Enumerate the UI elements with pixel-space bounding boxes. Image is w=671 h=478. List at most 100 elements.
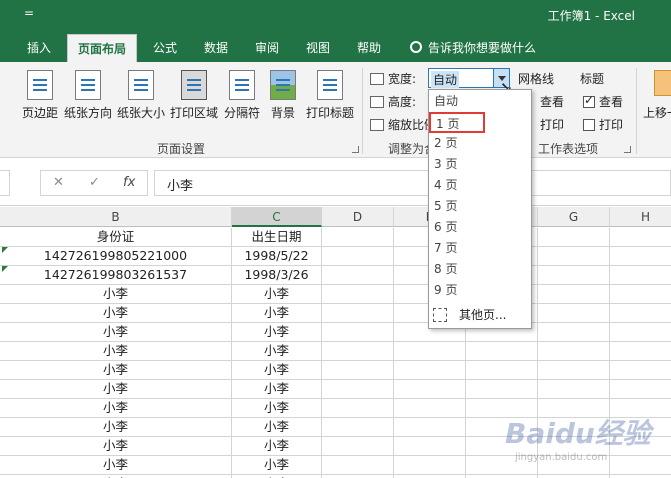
cell-h[interactable] [610, 266, 671, 285]
cell-b[interactable]: 142726199805221000 [0, 247, 232, 266]
cell-g[interactable] [538, 323, 610, 342]
cell-f[interactable] [466, 361, 538, 380]
orientation-button[interactable]: 纸张方向 [64, 70, 112, 121]
cell-c[interactable]: 小李 [232, 342, 322, 361]
tab-formulas[interactable]: 公式 [153, 39, 177, 56]
cell-d[interactable] [322, 361, 394, 380]
cell-c[interactable]: 小李 [232, 304, 322, 323]
cell-c[interactable]: 出生日期 [232, 228, 322, 247]
cell-h[interactable] [610, 380, 671, 399]
cell-b[interactable]: 小李 [0, 323, 232, 342]
cell-g[interactable] [538, 380, 610, 399]
tab-data[interactable]: 数据 [204, 39, 228, 56]
column-header-g[interactable]: G [538, 207, 610, 227]
gridlines-print-label[interactable]: 打印 [540, 116, 564, 133]
tab-help[interactable]: 帮助 [357, 39, 381, 56]
column-header-b[interactable]: B [0, 207, 232, 227]
cell-d[interactable] [322, 266, 394, 285]
width-select[interactable]: 自动 [428, 68, 510, 88]
sheet-options-launcher-icon[interactable] [624, 146, 631, 153]
cell-h[interactable] [610, 247, 671, 266]
cell-b[interactable]: 小李 [0, 399, 232, 418]
dropdown-option[interactable]: 1 页 [429, 112, 485, 133]
cell-g[interactable] [538, 266, 610, 285]
cell-g[interactable] [538, 304, 610, 323]
tell-me-search[interactable]: 告诉我你想要做什么 [410, 39, 536, 56]
cell-c[interactable]: 小李 [232, 323, 322, 342]
cell-h[interactable] [610, 304, 671, 323]
size-button[interactable]: 纸张大小 [117, 70, 165, 121]
enter-icon[interactable]: ✓ [89, 175, 100, 190]
cell-g[interactable] [538, 361, 610, 380]
cell-c[interactable]: 小李 [232, 380, 322, 399]
cell-e[interactable] [394, 456, 466, 475]
bring-forward-button[interactable]: 上移一 [643, 104, 671, 121]
name-box[interactable] [0, 170, 10, 196]
more-pages-option[interactable]: 其他页... [433, 306, 506, 323]
cell-b[interactable]: 小李 [0, 380, 232, 399]
cell-d[interactable] [322, 380, 394, 399]
cell-h[interactable] [610, 228, 671, 247]
tab-review[interactable]: 审阅 [255, 39, 279, 56]
cell-b[interactable]: 小李 [0, 456, 232, 475]
cell-d[interactable] [322, 437, 394, 456]
dropdown-option[interactable]: 7 页 [429, 238, 531, 259]
page-setup-launcher-icon[interactable] [352, 146, 359, 153]
cell-h[interactable] [610, 361, 671, 380]
cell-d[interactable] [322, 304, 394, 323]
cell-c[interactable]: 小李 [232, 437, 322, 456]
cell-d[interactable] [322, 247, 394, 266]
cell-g[interactable] [538, 285, 610, 304]
cell-h[interactable] [610, 342, 671, 361]
cell-c[interactable]: 小李 [232, 361, 322, 380]
cell-d[interactable] [322, 399, 394, 418]
cell-b[interactable]: 小李 [0, 342, 232, 361]
quick-access-menu[interactable]: = [24, 6, 34, 20]
tab-view[interactable]: 视图 [306, 39, 330, 56]
cell-h[interactable] [610, 285, 671, 304]
cell-b[interactable]: 小李 [0, 285, 232, 304]
dropdown-option[interactable]: 5 页 [429, 196, 531, 217]
cell-b[interactable]: 小李 [0, 437, 232, 456]
column-header-c[interactable]: C [232, 207, 322, 227]
cell-b[interactable]: 小李 [0, 304, 232, 323]
dropdown-option[interactable]: 自动 [429, 91, 531, 112]
cell-h[interactable] [610, 323, 671, 342]
cancel-icon[interactable]: ✕ [53, 175, 64, 190]
print-titles-button[interactable]: 打印标题 [306, 70, 354, 121]
cell-d[interactable] [322, 228, 394, 247]
cell-c[interactable]: 小李 [232, 418, 322, 437]
cell-g[interactable] [538, 247, 610, 266]
gridlines-view-label[interactable]: 查看 [540, 93, 564, 110]
cell-e[interactable] [394, 437, 466, 456]
cell-b[interactable]: 142726199803261537 [0, 266, 232, 285]
cell-f[interactable] [466, 380, 538, 399]
formula-input[interactable]: 小李 [154, 170, 671, 196]
cell-e[interactable] [394, 399, 466, 418]
cell-b[interactable]: 身份证 [0, 228, 232, 247]
cell-d[interactable] [322, 418, 394, 437]
cell-e[interactable] [394, 380, 466, 399]
tab-insert[interactable]: 插入 [27, 39, 51, 56]
column-header-h[interactable]: H [610, 207, 671, 227]
cell-c[interactable]: 1998/5/22 [232, 247, 322, 266]
background-button[interactable]: 背景 [270, 70, 296, 121]
cell-g[interactable] [538, 228, 610, 247]
cell-e[interactable] [394, 342, 466, 361]
dropdown-option[interactable]: 2 页 [429, 133, 531, 154]
cell-d[interactable] [322, 323, 394, 342]
headings-print-checkbox[interactable]: 打印 [583, 116, 623, 133]
dropdown-option[interactable]: 4 页 [429, 175, 531, 196]
cell-c[interactable]: 小李 [232, 285, 322, 304]
cell-c[interactable]: 小李 [232, 399, 322, 418]
margins-button[interactable]: 页边距 [22, 70, 58, 121]
cell-e[interactable] [394, 418, 466, 437]
cell-b[interactable]: 小李 [0, 361, 232, 380]
cell-b[interactable]: 小李 [0, 418, 232, 437]
cell-d[interactable] [322, 456, 394, 475]
cell-d[interactable] [322, 285, 394, 304]
cell-c[interactable]: 1998/3/26 [232, 266, 322, 285]
cell-c[interactable]: 小李 [232, 456, 322, 475]
dropdown-option[interactable]: 9 页 [429, 280, 531, 301]
dropdown-option[interactable]: 6 页 [429, 217, 531, 238]
